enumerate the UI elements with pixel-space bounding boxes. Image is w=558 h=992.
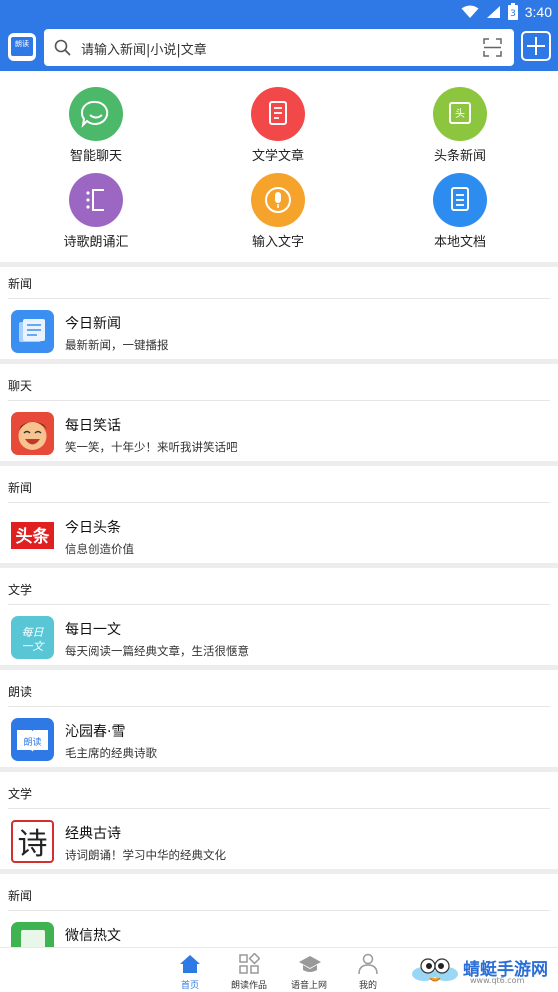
section-category: 朗读: [8, 685, 33, 699]
grid-label: 本地文档: [433, 235, 486, 250]
works-icon: [239, 953, 260, 974]
grid-item-smart-chat[interactable]: 智能聊天: [27, 71, 167, 164]
list-item[interactable]: 新闻 头条 今日头条 信息创造价值: [0, 466, 558, 568]
divider: [8, 298, 550, 299]
content-list: 新闻 今日新闻 最新新闻，一键播报 聊天 每日笑话 笑一笑，十年少！来听我讲笑话…: [0, 262, 558, 976]
divider: [8, 808, 550, 809]
battery-icon: 3: [507, 3, 518, 20]
item-subtitle: 最新新闻，一键播报: [65, 338, 169, 352]
header: 朗读 请输入新闻|小说|文章: [0, 24, 558, 71]
item-subtitle: 笑一笑，十年少！来听我讲笑话吧: [65, 440, 238, 454]
news-thumb: [11, 310, 54, 353]
list-icon: [69, 173, 123, 227]
document-icon: [251, 87, 305, 141]
status-time: 3:40: [524, 3, 552, 20]
divider: [8, 502, 550, 503]
person-icon: [358, 953, 378, 975]
thumb-text: 朗读: [23, 736, 41, 748]
list-item[interactable]: 聊天 每日笑话 笑一笑，十年少！来听我讲笑话吧: [0, 364, 558, 466]
list-item[interactable]: 朗读 朗读 沁园春·雪 毛主席的经典诗歌: [0, 670, 558, 772]
status-icons: 3 3:40: [461, 3, 552, 20]
section-category: 新闻: [8, 889, 33, 903]
item-title: 今日新闻: [65, 316, 121, 332]
book-icon: 朗读: [11, 37, 33, 56]
toutiao-logo: 头条: [11, 514, 54, 557]
thumb-text: 诗: [18, 827, 48, 861]
grid-item-poetry[interactable]: 诗歌朗诵汇: [27, 157, 167, 250]
divider: [8, 604, 550, 605]
read-book-thumb: 朗读: [11, 718, 54, 761]
item-subtitle: 信息创造价值: [65, 542, 134, 556]
search-box[interactable]: 请输入新闻|小说|文章: [44, 29, 514, 66]
item-title: 今日头条: [65, 520, 121, 536]
graduation-cap-icon: [299, 956, 321, 972]
grid-item-input-text[interactable]: 输入文字: [209, 157, 349, 250]
divider: [8, 400, 550, 401]
logo-text: 朗读: [15, 40, 29, 48]
nav-item-mine[interactable]: 我的: [343, 951, 393, 991]
grid-label: 诗歌朗诵汇: [63, 235, 129, 250]
file-icon: [433, 173, 487, 227]
list-item[interactable]: 文学 每日 一文 每日一文 每天阅读一篇经典文章，生活很惬意: [0, 568, 558, 670]
grid-item-local-doc[interactable]: 本地文档: [391, 157, 531, 250]
wifi-icon: [461, 5, 479, 18]
section-category: 聊天: [8, 379, 33, 393]
item-subtitle: 诗词朗诵！学习中华的经典文化: [65, 848, 226, 862]
divider: [8, 706, 550, 707]
item-title: 沁园春·雪: [65, 724, 126, 740]
home-icon: [180, 955, 200, 973]
one-article-thumb: 每日 一文: [11, 616, 54, 659]
grid-item-headline-news[interactable]: 头 头条新闻: [391, 71, 531, 164]
item-title: 经典古诗: [65, 826, 121, 842]
svg-text:头: 头: [455, 108, 465, 120]
microphone-icon: [251, 173, 305, 227]
watermark: 蜻蜓手游网 www.qt6.com: [410, 952, 556, 990]
list-item[interactable]: 文学 诗 经典古诗 诗词朗诵！学习中华的经典文化: [0, 772, 558, 874]
section-category: 新闻: [8, 481, 33, 495]
svg-text:每日: 每日: [22, 626, 45, 639]
section-category: 文学: [8, 787, 33, 801]
item-subtitle: 毛主席的经典诗歌: [65, 746, 157, 760]
item-title: 微信热文: [65, 928, 121, 944]
laughing-face-thumb: [11, 412, 54, 455]
status-bar: 3 3:40: [0, 0, 558, 24]
grid-label: 输入文字: [251, 235, 304, 250]
item-subtitle: 每天阅读一篇经典文章，生活很惬意: [65, 644, 249, 658]
divider: [8, 910, 550, 911]
section-category: 新闻: [8, 277, 33, 291]
search-icon: [54, 39, 71, 56]
grid-item-literature[interactable]: 文学文章: [209, 71, 349, 164]
headline-icon: 头: [433, 87, 487, 141]
svg-text:一文: 一文: [22, 640, 46, 653]
signal-icon: [486, 5, 500, 18]
nav-label: 我的: [358, 981, 377, 991]
app-logo[interactable]: 朗读: [8, 33, 36, 61]
section-category: 文学: [8, 583, 33, 597]
quick-entry-grid: 智能聊天 文学文章 头 头条新闻 诗歌朗诵汇 输入文字 本地文档: [0, 71, 558, 262]
watermark-url: www.qt6.com: [470, 976, 525, 985]
search-input[interactable]: 请输入新闻|小说|文章: [81, 39, 207, 58]
poem-thumb: 诗: [11, 820, 54, 863]
nav-item-voice-browse[interactable]: 语音上网: [284, 951, 334, 991]
nav-item-home[interactable]: 首页: [165, 951, 215, 991]
item-title: 每日笑话: [65, 418, 121, 434]
battery-level: 3: [510, 9, 516, 19]
nav-item-works[interactable]: 朗读作品: [224, 951, 274, 991]
dragonfly-logo-icon: [412, 958, 458, 982]
list-item[interactable]: 新闻 今日新闻 最新新闻，一键播报: [0, 262, 558, 364]
item-title: 每日一文: [65, 622, 121, 638]
add-button[interactable]: [521, 31, 551, 61]
thumb-text: 头条: [16, 526, 51, 547]
scan-icon[interactable]: [483, 38, 502, 57]
chat-icon: [69, 87, 123, 141]
